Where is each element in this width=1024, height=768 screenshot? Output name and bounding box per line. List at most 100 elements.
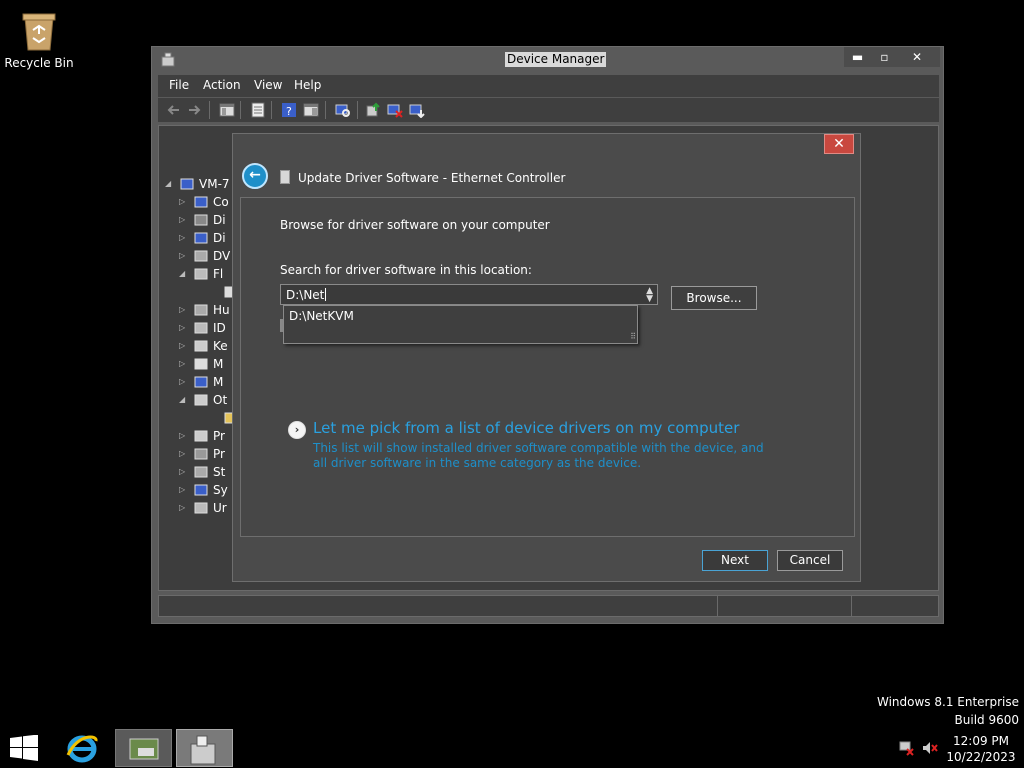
computer-icon bbox=[193, 194, 209, 210]
expand-arrow-icon[interactable]: ▷ bbox=[179, 449, 185, 458]
show-hide-action-pane-icon[interactable] bbox=[303, 102, 319, 118]
expand-arrow-icon[interactable]: ▷ bbox=[179, 251, 185, 260]
tree-node-label: ID bbox=[213, 321, 226, 335]
next-button[interactable]: Next bbox=[702, 550, 768, 571]
back-arrow-icon[interactable] bbox=[165, 102, 181, 118]
autocomplete-option[interactable]: D:\NetKVM bbox=[289, 309, 354, 323]
internet-explorer-icon bbox=[66, 735, 98, 763]
start-button[interactable] bbox=[10, 734, 38, 761]
dialog-content: Browse for driver software on your compu… bbox=[240, 197, 855, 537]
clock-time: 12:09 PM bbox=[953, 734, 1009, 748]
expand-arrow-icon[interactable]: ▷ bbox=[179, 359, 185, 368]
toolbar-separator bbox=[357, 101, 358, 119]
tree-node-label: M bbox=[213, 357, 224, 371]
expand-arrow-icon[interactable]: ▷ bbox=[179, 323, 185, 332]
recycle-bin-label: Recycle Bin bbox=[4, 56, 74, 70]
tree-node-label: Di bbox=[213, 213, 226, 227]
toolbar-separator bbox=[271, 101, 272, 119]
resize-grip-icon[interactable]: ⠿ bbox=[630, 332, 636, 341]
computer-icon bbox=[179, 176, 195, 192]
chevron-right-icon[interactable]: › bbox=[288, 421, 306, 439]
build-text: Build 9600 bbox=[954, 713, 1019, 727]
page-heading: Browse for driver software on your compu… bbox=[280, 218, 550, 232]
tree-node-label: Di bbox=[213, 231, 226, 245]
properties-icon[interactable] bbox=[250, 102, 266, 118]
tree-node-label: Co bbox=[213, 195, 229, 209]
windows-logo-icon bbox=[10, 734, 38, 761]
expand-arrow-icon[interactable]: ▷ bbox=[179, 197, 185, 206]
combo-spinner-icon[interactable]: ▲ ▼ bbox=[646, 287, 653, 304]
menu-help[interactable]: Help bbox=[294, 78, 321, 92]
ide-controller-icon bbox=[193, 320, 209, 336]
storage-controller-icon bbox=[193, 464, 209, 480]
recycle-bin-icon bbox=[19, 8, 59, 52]
help-icon[interactable]: ? bbox=[281, 102, 297, 118]
svg-text:?: ? bbox=[286, 105, 292, 118]
title-bar[interactable]: Device Manager ▬ ▫ ✕ bbox=[152, 47, 943, 73]
other-devices-icon bbox=[193, 392, 209, 408]
expand-arrow-icon[interactable]: ▷ bbox=[179, 431, 185, 440]
device-manager-taskbar-icon bbox=[190, 735, 216, 765]
floppy-controller-icon bbox=[193, 266, 209, 282]
tree-node-label: St bbox=[213, 465, 226, 479]
tree-node-label: Ot bbox=[213, 393, 228, 407]
printer-icon bbox=[193, 428, 209, 444]
volume-muted-icon[interactable] bbox=[922, 740, 938, 756]
expand-arrow-icon[interactable]: ▷ bbox=[179, 485, 185, 494]
menu-action[interactable]: Action bbox=[203, 78, 241, 92]
search-location-label: Search for driver software in this locat… bbox=[280, 263, 532, 277]
keyboard-icon bbox=[193, 338, 209, 354]
taskbar: 12:09 PM 10/22/2023 bbox=[0, 728, 1024, 768]
scan-hardware-icon[interactable] bbox=[335, 102, 351, 118]
pick-from-list-link[interactable]: Let me pick from a list of device driver… bbox=[313, 419, 739, 437]
menu-view[interactable]: View bbox=[254, 78, 282, 92]
network-warning-icon[interactable] bbox=[898, 740, 914, 756]
expand-arrow-icon[interactable]: ◢ bbox=[165, 179, 171, 188]
usb-controller-icon bbox=[193, 500, 209, 516]
text-caret bbox=[325, 288, 327, 301]
tree-node-label: Ur bbox=[213, 501, 227, 515]
update-driver-icon[interactable] bbox=[365, 102, 381, 118]
display-adapter-icon bbox=[193, 230, 209, 246]
status-bar bbox=[158, 595, 939, 617]
driver-path-value: D:\Net bbox=[286, 288, 327, 302]
expand-arrow-icon[interactable]: ▷ bbox=[179, 377, 185, 386]
dialog-close-button[interactable]: ✕ bbox=[824, 134, 854, 154]
console-tree-icon[interactable] bbox=[219, 102, 235, 118]
expand-arrow-icon[interactable]: ◢ bbox=[179, 395, 185, 404]
expand-arrow-icon[interactable]: ▷ bbox=[179, 503, 185, 512]
tree-node-label: Fl bbox=[213, 267, 224, 281]
tree-node-label: Pr bbox=[213, 447, 225, 461]
pick-from-list-description: This list will show installed driver sof… bbox=[313, 441, 764, 470]
system-clock[interactable]: 12:09 PM 10/22/2023 bbox=[946, 733, 1016, 765]
toolbar-separator bbox=[209, 101, 210, 119]
minimize-button[interactable]: ▬ bbox=[844, 47, 871, 67]
window-title: Device Manager bbox=[505, 52, 607, 67]
edition-text: Windows 8.1 Enterprise bbox=[876, 695, 1019, 709]
expand-arrow-icon[interactable]: ▷ bbox=[179, 305, 185, 314]
close-button[interactable]: ✕ bbox=[894, 47, 940, 67]
clock-date: 10/22/2023 bbox=[946, 750, 1016, 764]
back-arrow-button[interactable]: ← bbox=[242, 163, 268, 189]
dialog-title: Update Driver Software - Ethernet Contro… bbox=[298, 171, 566, 185]
device-manager-taskbar-button[interactable] bbox=[176, 729, 233, 767]
browse-button[interactable]: Browse... bbox=[671, 286, 757, 310]
disable-device-icon[interactable] bbox=[387, 102, 403, 118]
expand-arrow-icon[interactable]: ▷ bbox=[179, 233, 185, 242]
internet-explorer-taskbar-button[interactable] bbox=[58, 729, 115, 767]
expand-arrow-icon[interactable]: ◢ bbox=[179, 269, 185, 278]
driver-path-input[interactable]: D:\Net ▲ ▼ bbox=[280, 284, 658, 305]
windows-watermark: Windows 8.1 Enterprise Build 9600 bbox=[877, 693, 1019, 729]
expand-arrow-icon[interactable]: ▷ bbox=[179, 341, 185, 350]
cancel-button[interactable]: Cancel bbox=[777, 550, 843, 571]
tree-node-label: VM-7 bbox=[199, 177, 230, 191]
uninstall-device-icon[interactable] bbox=[409, 102, 425, 119]
expand-arrow-icon[interactable]: ▷ bbox=[179, 215, 185, 224]
forward-arrow-icon[interactable] bbox=[187, 102, 203, 118]
expand-arrow-icon[interactable]: ▷ bbox=[179, 467, 185, 476]
server-manager-taskbar-button[interactable] bbox=[115, 729, 172, 767]
device-manager-app-icon bbox=[160, 52, 176, 68]
recycle-bin-shortcut[interactable]: Recycle Bin bbox=[4, 8, 74, 70]
tree-node-label: Hu bbox=[213, 303, 230, 317]
menu-file[interactable]: File bbox=[169, 78, 189, 92]
